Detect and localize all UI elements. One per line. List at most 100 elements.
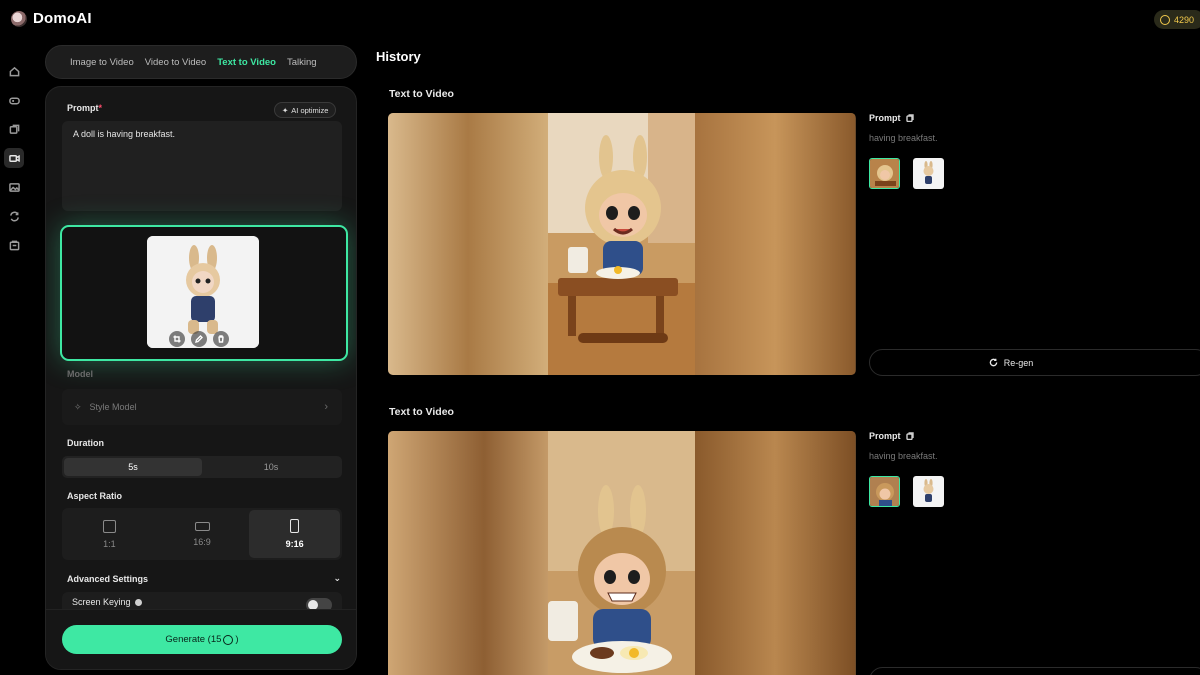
doll-breakfast-scene (548, 431, 695, 675)
video-preview[interactable] (388, 113, 856, 375)
aspect-option-1-1[interactable]: 1:1 (64, 510, 155, 558)
advanced-settings-toggle[interactable]: Advanced Settings ⌄ (67, 573, 341, 584)
reference-image-thumbnail (147, 236, 259, 348)
refresh-icon (989, 358, 998, 367)
reference-thumbnail-selected[interactable] (869, 476, 900, 507)
prompt-text: having breakfast. (869, 133, 938, 143)
sidebar-item-home[interactable] (4, 61, 24, 81)
aspect-option-9-16[interactable]: 9:16 (249, 510, 341, 558)
aspect-ratio-label: Aspect Ratio (67, 491, 123, 501)
app-logo[interactable]: DomoAI (11, 10, 92, 27)
history-item-title: Text to Video (389, 88, 454, 100)
blurred-background (695, 431, 855, 675)
delete-button[interactable] (213, 331, 229, 347)
sidebar-item-repeat[interactable] (4, 206, 24, 226)
trash-icon (218, 335, 224, 343)
prompt-input[interactable]: A doll is having breakfast. (62, 121, 342, 211)
thumbnail-toolbar (169, 331, 229, 347)
doll-thumbnail (913, 476, 944, 507)
duration-option-5s[interactable]: 5s (64, 458, 202, 476)
aspect-label: 1:1 (103, 538, 116, 549)
mode-tabs: Image to Video Video to Video Text to Vi… (45, 45, 357, 79)
aspect-label: 9:16 (285, 539, 304, 549)
square-icon (102, 519, 116, 533)
doll-thumbnail (913, 158, 944, 189)
credits-count: 4290 (1173, 14, 1194, 25)
generate-button[interactable]: Generate (15 ) (62, 625, 342, 654)
image-icon (8, 182, 20, 192)
regen-button-partial[interactable] (869, 667, 1200, 675)
tab-text-to-video[interactable]: Text to Video (217, 57, 276, 68)
chevron-right-icon: › (324, 401, 328, 413)
prompt-text: having breakfast. (869, 451, 938, 461)
blurred-background (695, 113, 855, 375)
model-selector[interactable]: ✧ Style Model › (62, 389, 342, 425)
edit-icon (195, 335, 203, 343)
advanced-settings-label: Advanced Settings (67, 573, 149, 584)
app-name: DomoAI (33, 10, 92, 27)
credits-badge[interactable]: 4290 (1153, 10, 1200, 29)
generate-label: Generate (15 (165, 634, 222, 645)
duration-selector: 5s 10s (62, 456, 342, 478)
crop-button[interactable] (169, 331, 185, 347)
video-frame (548, 431, 695, 675)
image-upload-area[interactable] (60, 225, 348, 361)
sidebar-item-video[interactable] (4, 148, 24, 168)
reference-thumbnail[interactable] (913, 158, 944, 189)
blurred-background (388, 431, 548, 675)
landscape-icon (194, 521, 210, 531)
screen-keying-label: Screen Keying (72, 597, 131, 607)
model-value: Style Model (89, 402, 137, 412)
prompt-header: Prompt (869, 113, 914, 123)
copy-icon[interactable] (905, 114, 914, 122)
video-preview[interactable] (388, 431, 856, 675)
aspect-option-16-9[interactable]: 16:9 (157, 510, 248, 558)
portrait-icon (290, 519, 300, 533)
prompt-label: Prompt* (67, 103, 103, 113)
doll-breakfast-scene (548, 113, 695, 375)
regen-button[interactable]: Re-gen (869, 349, 1200, 376)
repeat-icon (9, 211, 19, 221)
prompt-label: Prompt (869, 113, 901, 123)
edit-button[interactable] (191, 331, 207, 347)
copy-icon[interactable] (905, 432, 914, 440)
generate-suffix: ) (235, 634, 239, 645)
sparkle-icon: ✦ (282, 105, 289, 115)
logo-icon (11, 10, 27, 27)
sidebar-item-layers[interactable] (4, 119, 24, 139)
required-mark: * (98, 103, 103, 113)
blurred-background (388, 113, 548, 375)
top-bar: DomoAI 4290 (0, 0, 1200, 40)
layers-icon (9, 124, 19, 134)
crop-icon (173, 335, 181, 343)
reference-thumbnail-selected[interactable] (869, 158, 900, 189)
doll-thumbnail (870, 477, 899, 506)
model-label: Model (67, 369, 93, 379)
ai-optimize-button[interactable]: ✦ AI optimize (274, 102, 337, 118)
info-icon[interactable] (134, 598, 142, 606)
prompt-label: Prompt (869, 431, 901, 441)
aspect-label: 16:9 (193, 536, 211, 547)
coin-icon (1159, 14, 1170, 25)
aspect-ratio-selector: 1:1 16:9 9:16 (62, 508, 342, 560)
duration-option-10s[interactable]: 10s (202, 458, 340, 476)
history-item-title: Text to Video (389, 406, 454, 418)
history-title: History (376, 49, 421, 64)
tab-talking[interactable]: Talking (287, 57, 317, 68)
tools-icon (9, 240, 19, 250)
sidebar-item-image[interactable] (4, 177, 24, 197)
tab-video-to-video[interactable]: Video to Video (145, 57, 206, 68)
tab-image-to-video[interactable]: Image to Video (70, 57, 134, 68)
settings-panel: Prompt* ✦ AI optimize A doll is having b… (45, 86, 357, 670)
coin-icon (223, 634, 234, 645)
chevron-down-icon: ⌄ (333, 573, 341, 583)
regen-label: Re-gen (1003, 357, 1034, 368)
ai-optimize-label: AI optimize (291, 105, 329, 115)
game-controller-icon (8, 96, 20, 104)
duration-label: Duration (67, 438, 104, 448)
reference-thumbnail[interactable] (913, 476, 944, 507)
sidebar-item-tools[interactable] (4, 235, 24, 255)
home-icon (9, 66, 19, 76)
sidebar-item-games[interactable] (4, 90, 24, 110)
doll-thumbnail (870, 159, 899, 188)
